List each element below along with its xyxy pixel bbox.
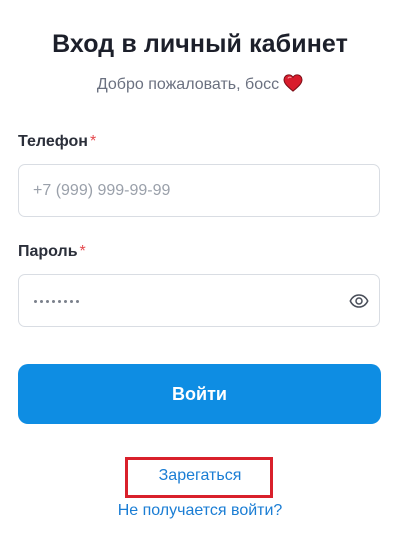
- help-link[interactable]: Не получается войти?: [0, 502, 400, 520]
- phone-field-container: [18, 164, 380, 217]
- password-masked-value: [34, 300, 79, 303]
- subtitle-text: Добро пожаловать, босс: [96, 76, 280, 93]
- page-title: Вход в личный кабинет: [52, 30, 348, 58]
- phone-label-text: Телефон: [18, 133, 88, 150]
- password-label: Пароль *: [18, 243, 86, 261]
- password-field-container[interactable]: [18, 274, 380, 327]
- phone-input[interactable]: [33, 165, 333, 216]
- eye-icon[interactable]: [349, 291, 369, 311]
- phone-label: Телефон *: [18, 133, 96, 151]
- page-subtitle: Добро пожаловать, босс: [0, 74, 400, 94]
- required-mark: *: [89, 133, 97, 150]
- password-label-text: Пароль: [18, 243, 78, 260]
- required-mark: *: [79, 243, 86, 260]
- register-link[interactable]: Зарегаться: [0, 467, 400, 485]
- login-page: Вход в личный кабинет Добро пожаловать, …: [0, 0, 405, 550]
- login-button[interactable]: Войти: [18, 364, 381, 424]
- heart-icon: [283, 74, 303, 92]
